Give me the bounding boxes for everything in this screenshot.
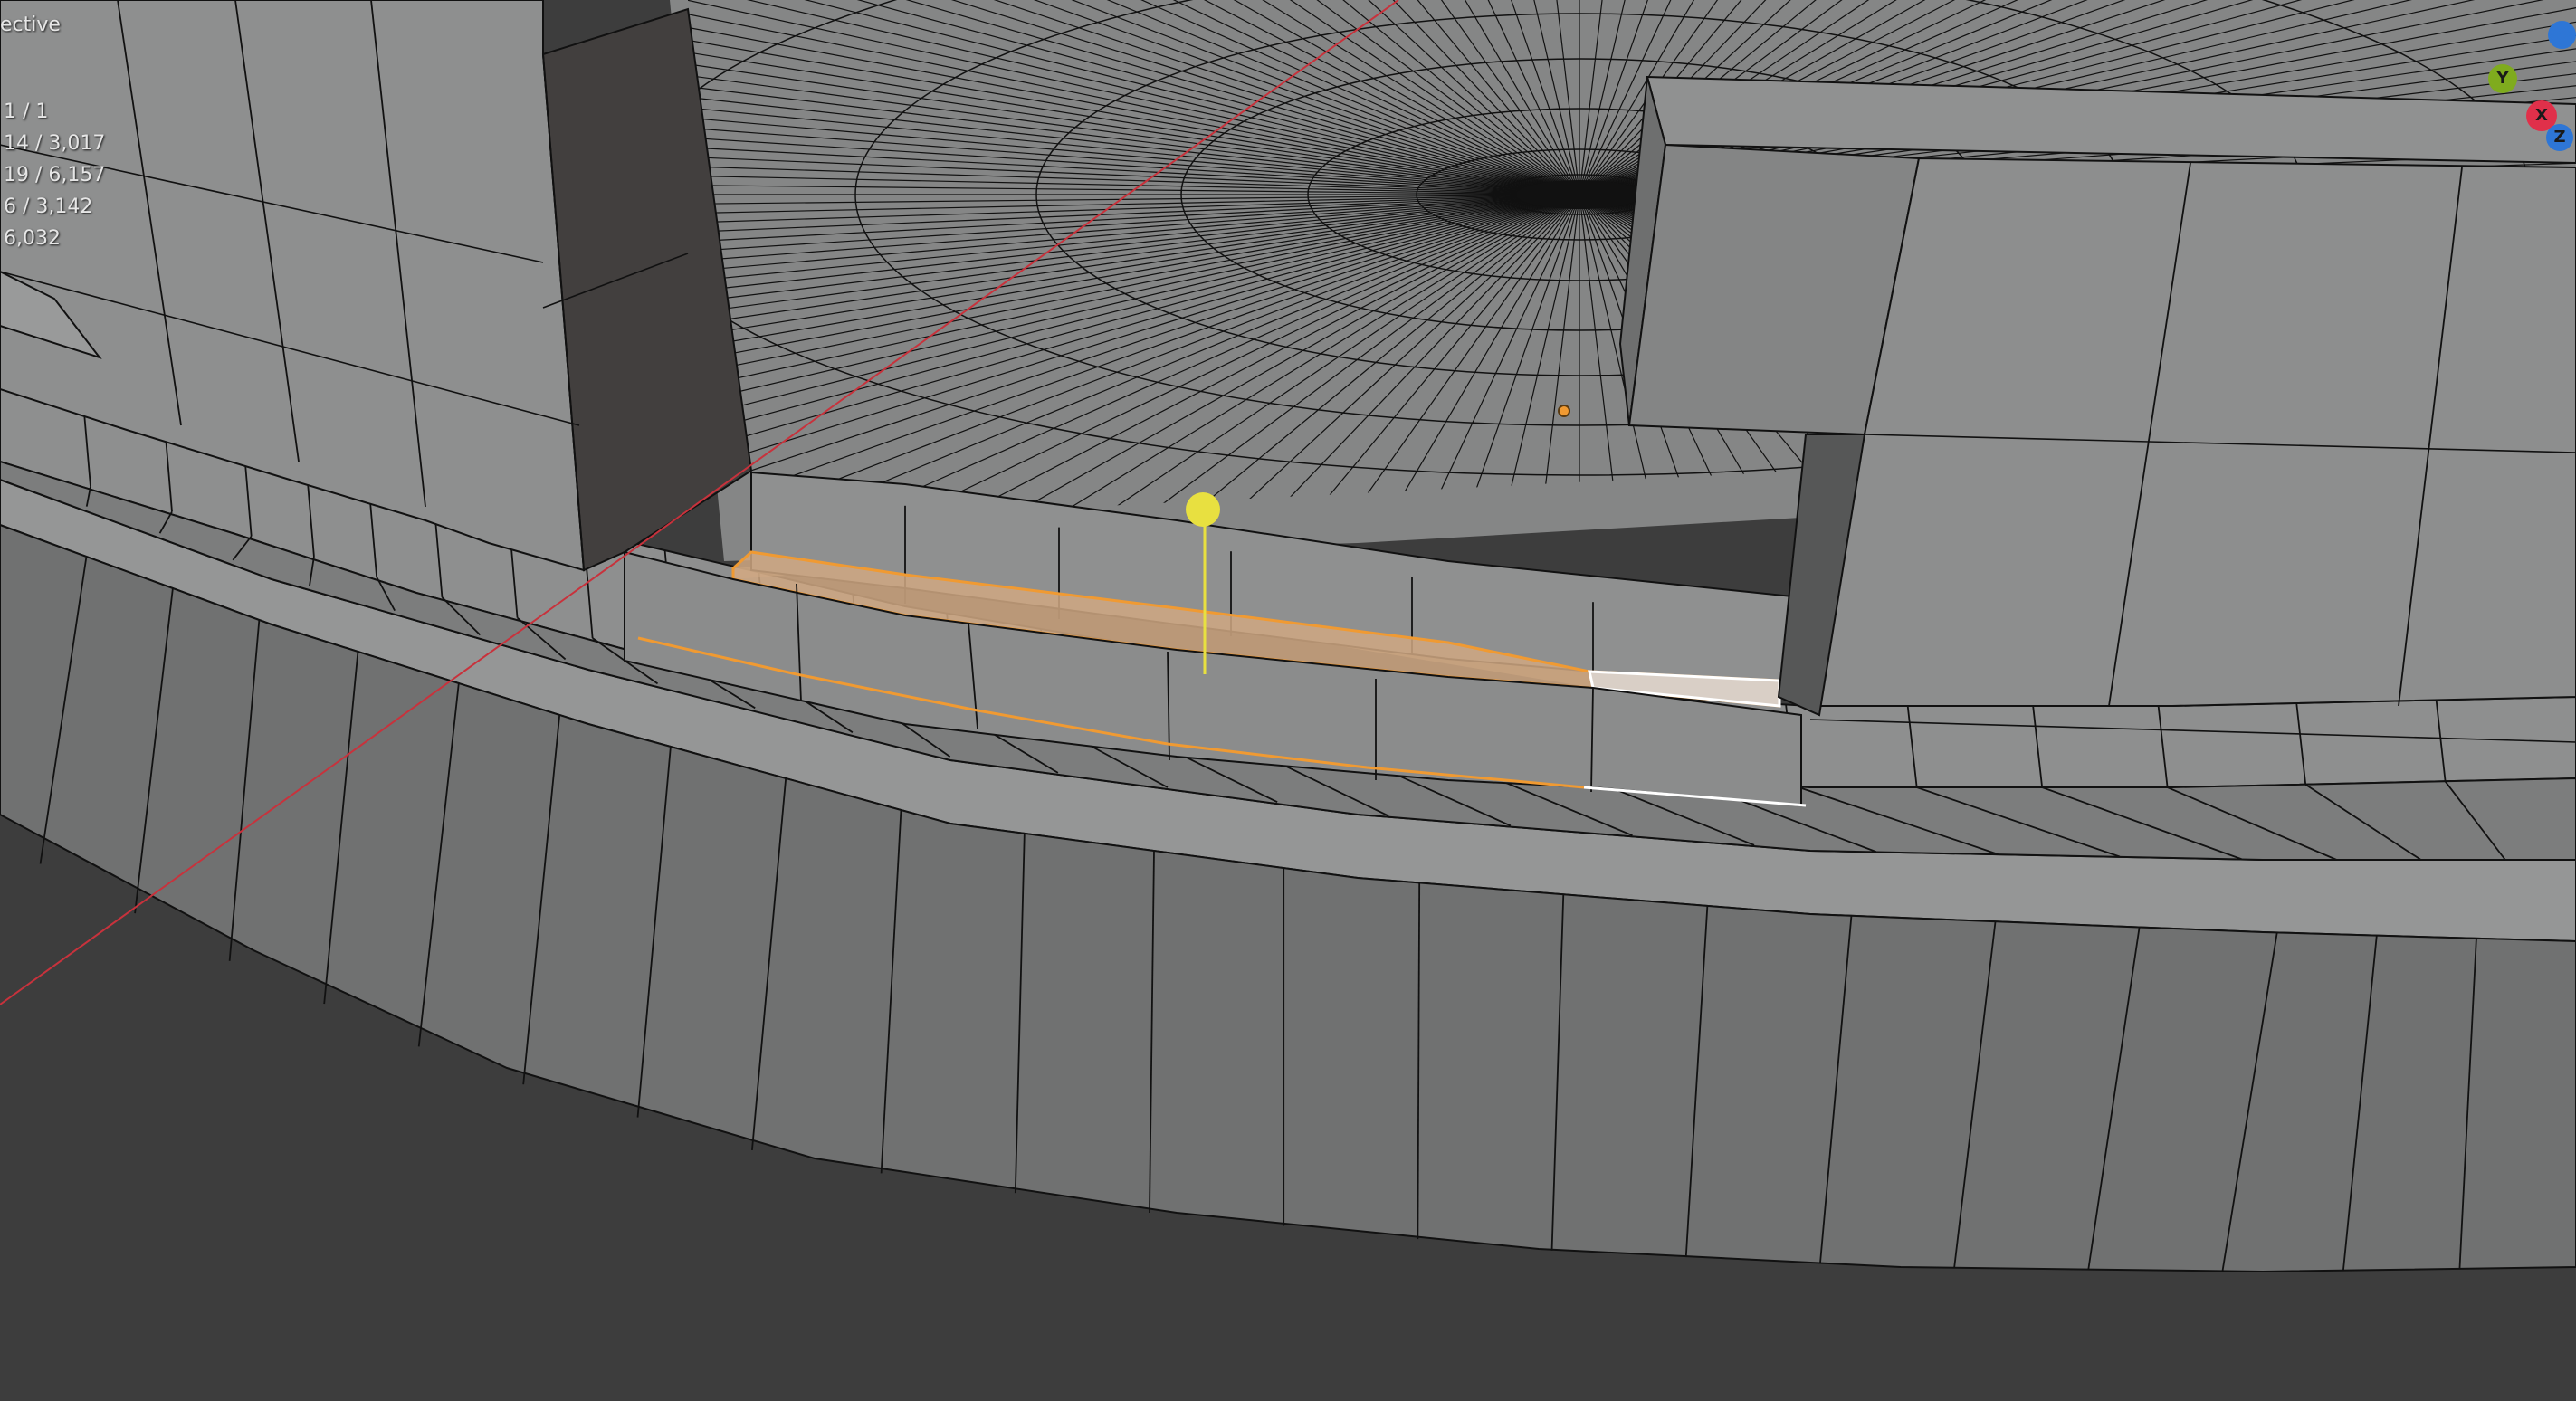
- mesh-scene[interactable]: [0, 0, 2576, 1401]
- stat-edges: 19 / 6,157: [4, 164, 106, 186]
- stat-vertices: 14 / 3,017: [4, 132, 106, 155]
- gizmo-neg-z-axis[interactable]: [2548, 21, 2576, 49]
- 3d-viewport[interactable]: ective 1 / 1 14 / 3,017 19 / 6,157 6 / 3…: [0, 0, 2576, 1401]
- stat-faces: 6 / 3,142: [4, 195, 93, 218]
- mesh-statistics: 1 / 1 14 / 3,017 19 / 6,157 6 / 3,142 6,…: [4, 96, 105, 254]
- gizmo-z-axis[interactable]: Z: [2546, 124, 2573, 151]
- stat-triangles: 6,032: [4, 227, 61, 250]
- yellow-sphere-handle-icon[interactable]: [1186, 492, 1220, 527]
- floor-center-dense: [1516, 180, 1643, 209]
- view-mode-label: ective: [0, 14, 61, 36]
- right-merlon-front: [1804, 157, 2576, 716]
- orange-dot-icon[interactable]: [1558, 405, 1570, 417]
- gizmo-y-axis[interactable]: Y: [2488, 64, 2517, 93]
- stat-objects: 1 / 1: [4, 100, 49, 123]
